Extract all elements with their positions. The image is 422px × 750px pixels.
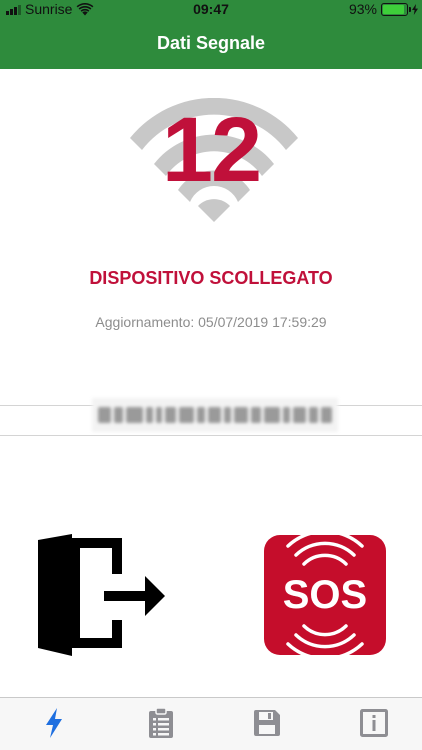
navigation-bar: Dati Segnale [0, 18, 422, 69]
tab-info[interactable] [357, 706, 391, 740]
device-status-text: DISPOSITIVO SCOLLEGATO [89, 268, 333, 288]
battery-icon [381, 2, 411, 16]
page-title: Dati Segnale [156, 33, 266, 53]
app-screen: Sunrise 09:47 93% Dati Segnale 12 DISPOS… [0, 0, 422, 750]
charging-bolt-icon [412, 3, 418, 15]
battery-level-fill [383, 4, 405, 14]
tab-list[interactable] [144, 706, 178, 740]
signal-strength-value: 12 [161, 99, 262, 201]
exit-button[interactable] [34, 534, 172, 656]
lightning-icon [46, 708, 62, 738]
floppy-disk-icon [254, 710, 280, 736]
battery-percent: 93% [348, 1, 377, 17]
sos-label: SOS [282, 573, 368, 617]
divider-bottom [0, 435, 422, 436]
tab-bar [0, 697, 422, 750]
sos-button[interactable]: SOS [264, 535, 386, 655]
battery-info: 93% [349, 1, 418, 17]
status-bar: Sunrise 09:47 93% [0, 0, 422, 18]
info-icon [360, 709, 388, 737]
clipboard-list-icon [149, 708, 173, 738]
redacted-device-info [92, 398, 338, 432]
tab-signal[interactable] [37, 706, 71, 740]
exit-door-arrow-icon [38, 534, 170, 656]
tab-save[interactable] [250, 706, 284, 740]
last-update-text: Aggiornamento: 05/07/2019 17:59:29 [95, 314, 327, 330]
